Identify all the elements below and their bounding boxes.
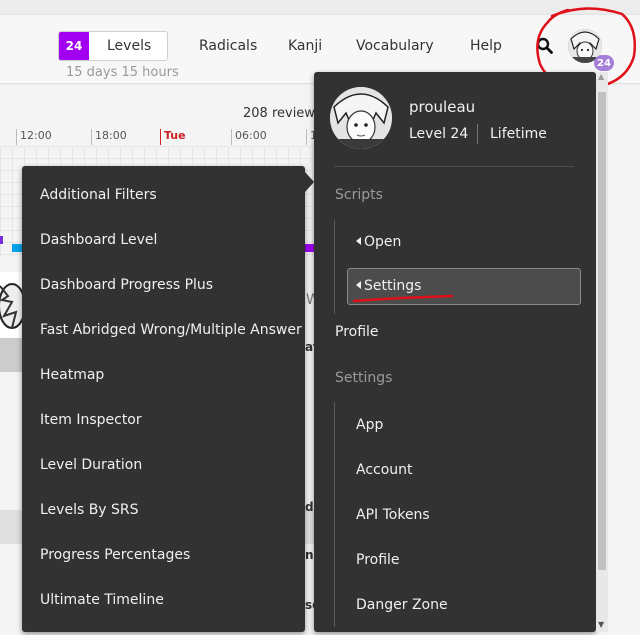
script-item-inspector[interactable]: Item Inspector (40, 412, 142, 428)
settings-profile[interactable]: Profile (356, 552, 400, 568)
timeline-tick: 18:00 (91, 129, 127, 145)
profile-avatar (330, 87, 392, 149)
menu-divider (334, 166, 574, 167)
nav-radicals[interactable]: Radicals (199, 38, 257, 54)
scripts-heading: Scripts (335, 187, 383, 203)
timeline-tick: 06:00 (231, 129, 267, 145)
annotation-underline (352, 294, 454, 303)
nav-vocabulary[interactable]: Vocabulary (356, 38, 434, 54)
scripts-open-item[interactable]: Open (356, 234, 401, 250)
nav-help[interactable]: Help (470, 38, 502, 54)
levels-label: Levels (107, 38, 152, 54)
timeline-bar (12, 244, 22, 252)
reviews-count-text: 208 review (243, 106, 315, 121)
script-heatmap[interactable]: Heatmap (40, 367, 104, 383)
settings-api-tokens[interactable]: API Tokens (356, 507, 430, 523)
script-level-duration[interactable]: Level Duration (40, 457, 142, 473)
profile-username: prouleau (409, 98, 476, 116)
script-dashboard-progress-plus[interactable]: Dashboard Progress Plus (40, 277, 213, 293)
profile-link[interactable]: Profile (335, 324, 379, 340)
background-fragment: d (305, 500, 314, 514)
profile-separator (477, 124, 478, 144)
script-progress-percentages[interactable]: Progress Percentages (40, 547, 190, 563)
scroll-up-arrow-icon[interactable]: ▲ (598, 72, 604, 81)
settings-heading: Settings (335, 370, 393, 386)
level-badge: 24 (59, 32, 89, 60)
submenu-pointer (305, 172, 314, 192)
timeline-bar (0, 236, 3, 244)
settings-account[interactable]: Account (356, 462, 413, 478)
scripts-submenu: Additional Filters Dashboard Level Dashb… (22, 166, 305, 632)
profile-subscription: Lifetime (490, 126, 547, 142)
scripts-group-line (334, 220, 335, 314)
profile-level: Level 24 (409, 126, 469, 142)
script-ultimate-timeline[interactable]: Ultimate Timeline (40, 592, 164, 608)
levels-button[interactable]: 24 Levels (58, 31, 168, 61)
timeline-tick-today: Tue (160, 129, 186, 145)
profile-dropdown: prouleau Level 24 Lifetime Scripts Open … (314, 72, 596, 632)
settings-app[interactable]: App (356, 417, 383, 433)
timeline-tick: 12:00 (16, 129, 52, 145)
scroll-down-arrow-icon[interactable]: ▼ (598, 620, 604, 629)
script-fast-abridged[interactable]: Fast Abridged Wrong/Multiple Answer (40, 322, 302, 338)
script-additional-filters[interactable]: Additional Filters (40, 187, 157, 203)
settings-danger-zone[interactable]: Danger Zone (356, 597, 448, 613)
script-levels-by-srs[interactable]: Levels By SRS (40, 502, 139, 518)
scrollbar-thumb[interactable] (598, 92, 606, 570)
review-timeline-axis: 12:00 18:00 Tue 06:00 1 (16, 129, 336, 145)
level-timer: 15 days 15 hours (66, 65, 179, 80)
settings-group-line (334, 402, 335, 627)
script-dashboard-level[interactable]: Dashboard Level (40, 232, 157, 248)
nav-kanji[interactable]: Kanji (288, 38, 322, 54)
dropdown-scrollbar[interactable]: ▲ ▼ (596, 72, 608, 632)
